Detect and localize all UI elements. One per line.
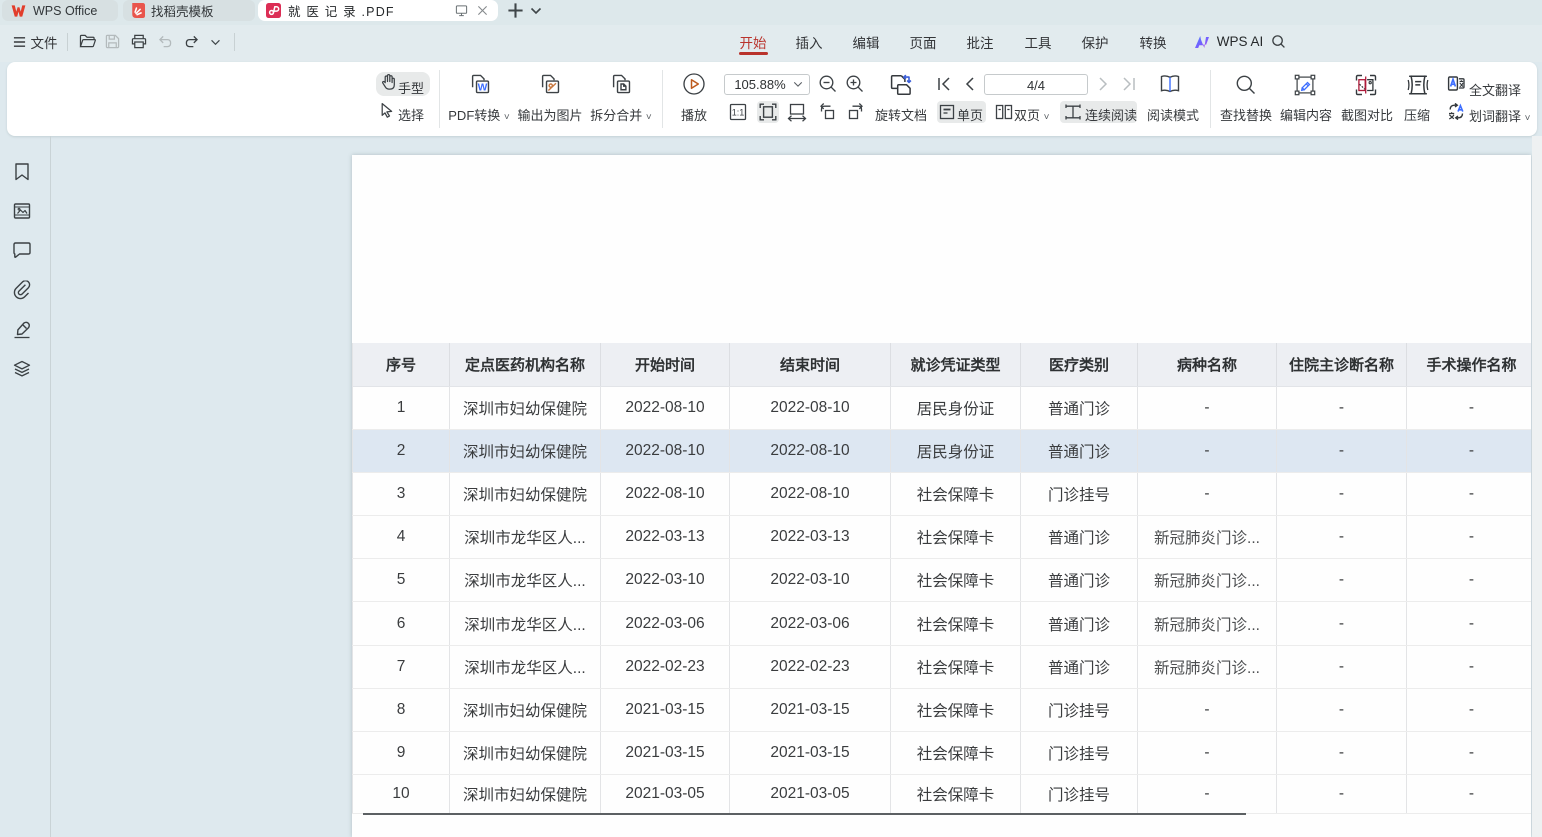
svg-text:1:1: 1:1 xyxy=(732,107,745,117)
svg-text:W: W xyxy=(478,82,488,93)
